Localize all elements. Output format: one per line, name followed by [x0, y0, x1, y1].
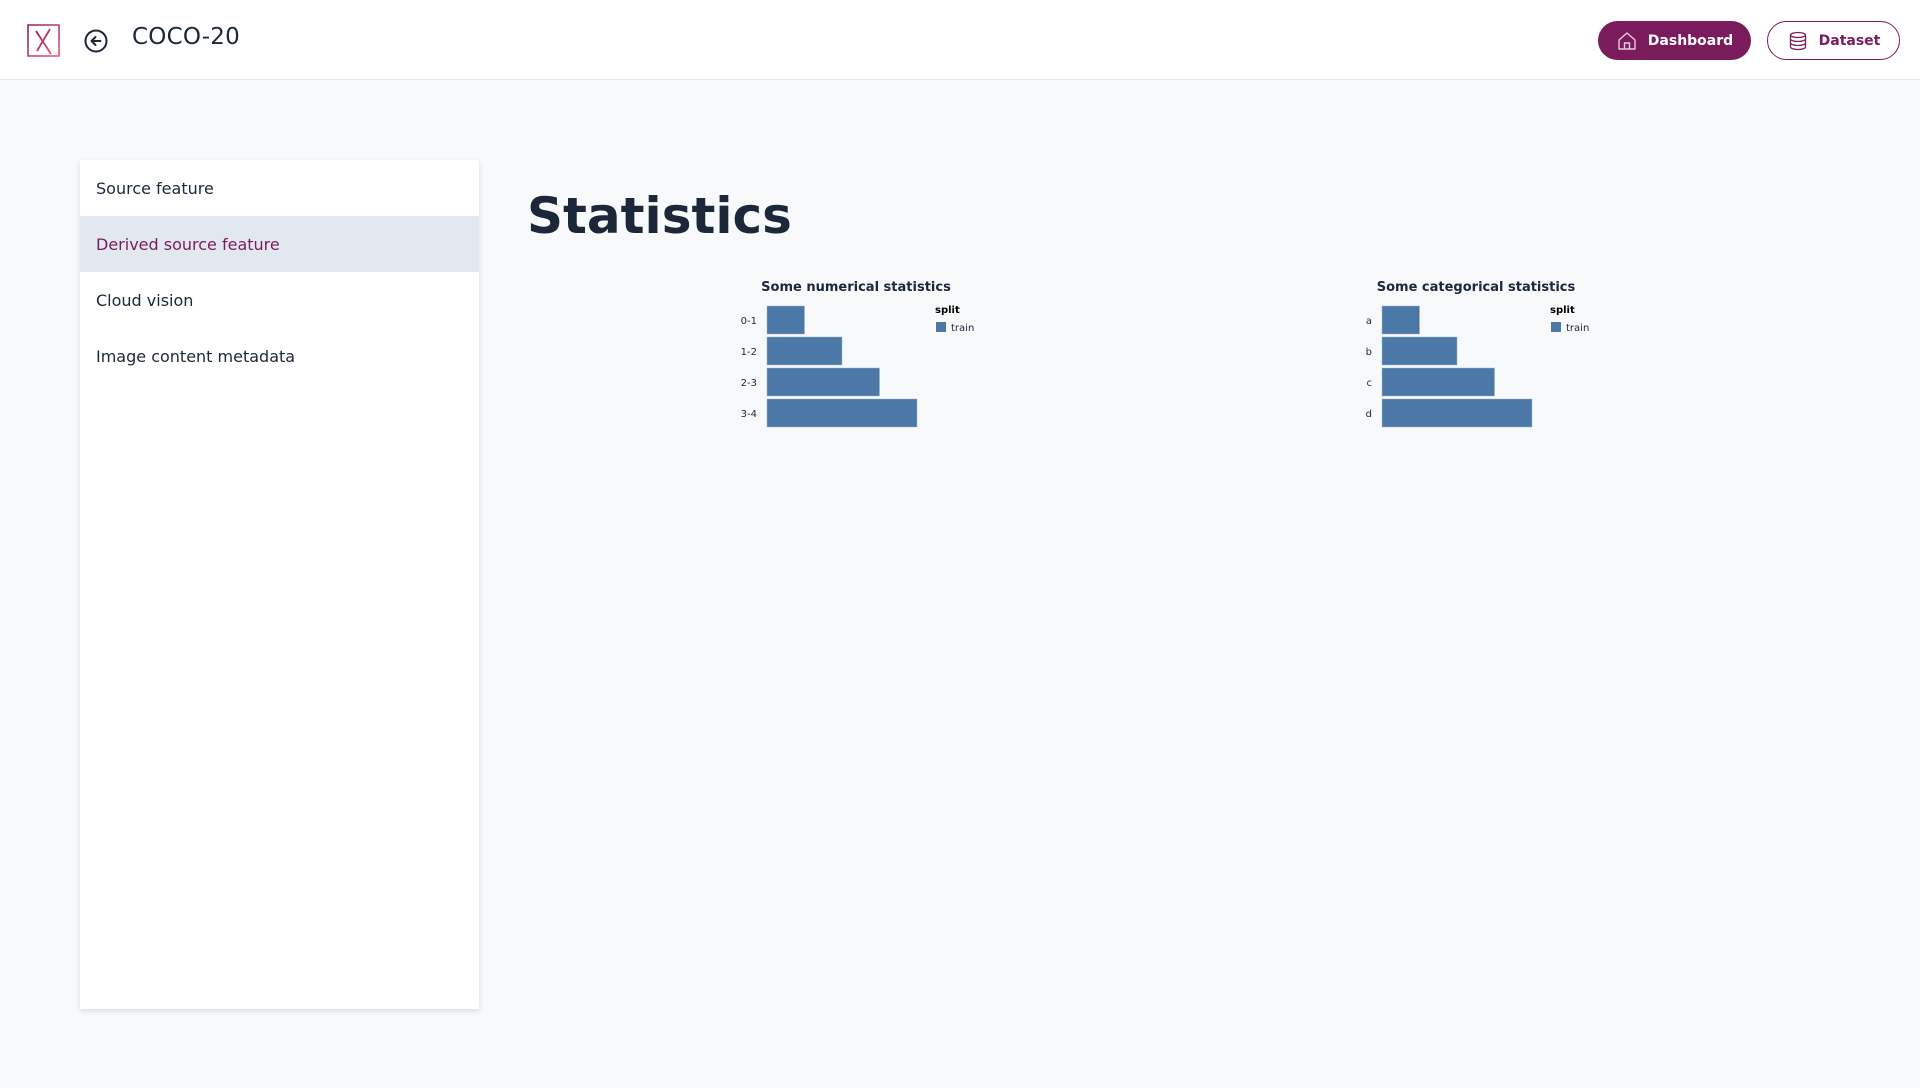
sidebar-item-source-feature[interactable]: Source feature	[80, 160, 479, 216]
sidebar-item-derived-source-feature[interactable]: Derived source feature	[80, 216, 479, 272]
bar-1-2[interactable]	[766, 336, 843, 366]
tick-label-3-4: 3-4	[741, 409, 757, 420]
dashboard-button-label: Dashboard	[1647, 32, 1734, 49]
legend-label-train: train	[1566, 323, 1589, 334]
tick-label-0-1: 0-1	[741, 316, 757, 327]
legend-label-train: train	[951, 323, 974, 334]
bar-a[interactable]	[1381, 305, 1420, 335]
tick-label-a: a	[1366, 316, 1372, 327]
home-icon	[1618, 31, 1636, 50]
legend-title: split	[1550, 305, 1575, 316]
bar-b[interactable]	[1381, 336, 1458, 366]
top-bar: COCO-20 Dashboard Dataset	[0, 0, 1920, 80]
categorical-statistics-svg: Some categorical statistics a b c d split trai…	[1366, 280, 1589, 428]
legend-title: split	[935, 305, 960, 316]
page-title: Statistics	[527, 187, 792, 245]
numerical-statistics-svg: Some numerical statistics 0-1 1-2 2-3 3-4 spl…	[741, 280, 974, 428]
bar-c[interactable]	[1381, 367, 1495, 397]
legend-swatch-train	[1551, 322, 1561, 332]
sidebar-item-image-content-metadata[interactable]: Image content metadata	[80, 328, 479, 384]
tick-label-2-3: 2-3	[741, 378, 757, 389]
chart-title: Some numerical statistics	[761, 280, 951, 295]
tick-label-1-2: 1-2	[741, 347, 757, 358]
dataset-title: COCO-20	[132, 24, 240, 50]
tick-label-c: c	[1367, 378, 1373, 389]
tick-label-d: d	[1366, 409, 1372, 420]
chart-title: Some categorical statistics	[1377, 280, 1576, 295]
sidebar-item-cloud-vision[interactable]: Cloud vision	[80, 272, 479, 328]
sidebar: Source feature Derived source feature Cl…	[80, 160, 479, 1009]
database-icon	[1789, 31, 1806, 50]
bar-0-1[interactable]	[766, 305, 805, 335]
categorical-statistics-chart: Some categorical statistics a b c d split trai…	[1340, 276, 1620, 450]
dataset-button[interactable]: Dataset	[1767, 21, 1900, 60]
bar-d[interactable]	[1381, 398, 1533, 428]
numerical-statistics-chart: Some numerical statistics 0-1 1-2 2-3 3-4 spl…	[720, 276, 1000, 450]
legend-swatch-train	[936, 322, 946, 332]
bar-2-3[interactable]	[766, 367, 880, 397]
x-logo-icon[interactable]	[27, 24, 60, 57]
tick-label-b: b	[1366, 347, 1372, 358]
bar-3-4[interactable]	[766, 398, 918, 428]
arrow-left-circle-icon[interactable]	[83, 28, 109, 54]
dashboard-button[interactable]: Dashboard	[1598, 21, 1751, 60]
dataset-button-label: Dataset	[1818, 32, 1881, 49]
